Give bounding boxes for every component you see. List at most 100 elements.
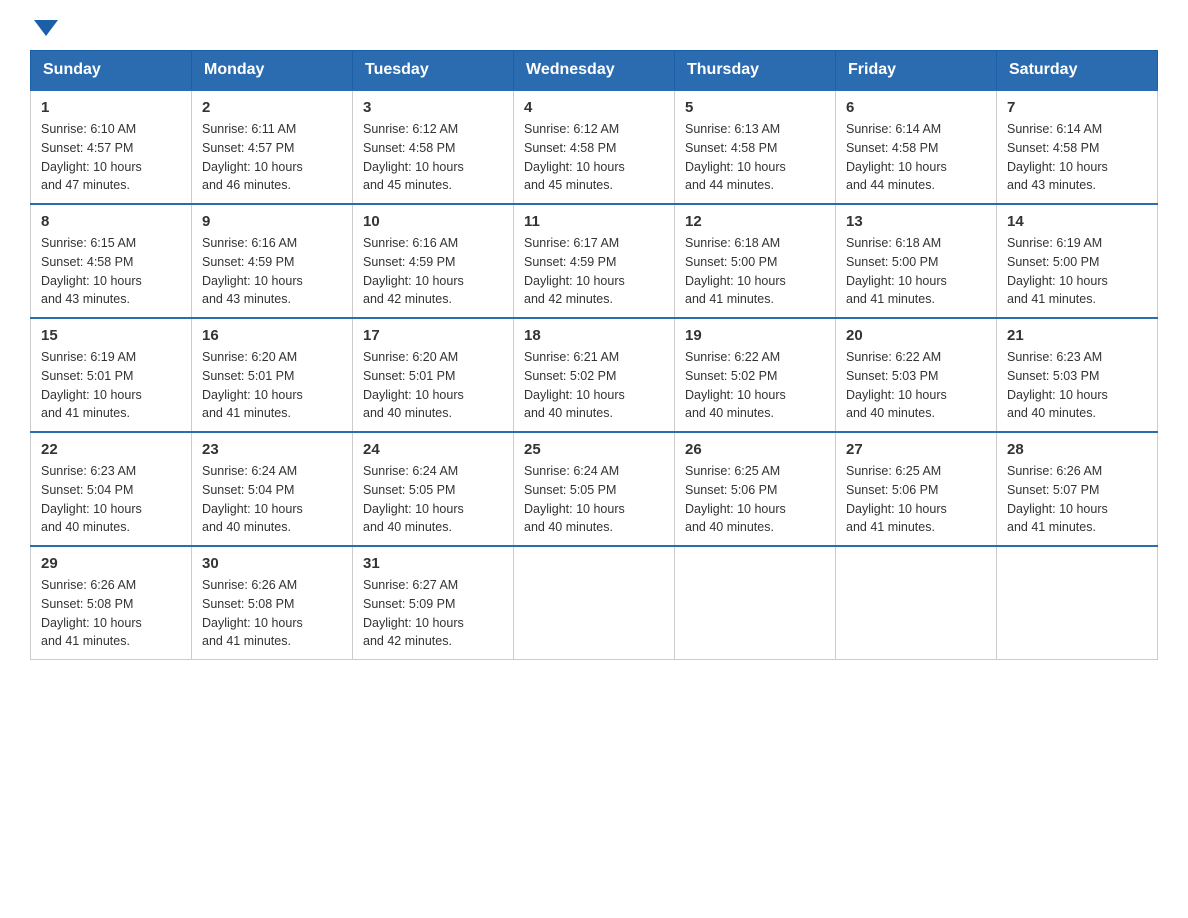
day-number: 25 <box>524 441 664 458</box>
calendar-day-cell <box>836 546 997 660</box>
day-number: 27 <box>846 441 986 458</box>
day-info: Sunrise: 6:24 AM Sunset: 5:04 PM Dayligh… <box>202 462 342 537</box>
day-info: Sunrise: 6:14 AM Sunset: 4:58 PM Dayligh… <box>846 120 986 195</box>
day-info: Sunrise: 6:12 AM Sunset: 4:58 PM Dayligh… <box>524 120 664 195</box>
calendar-day-cell: 28 Sunrise: 6:26 AM Sunset: 5:07 PM Dayl… <box>997 432 1158 546</box>
calendar-week-row: 29 Sunrise: 6:26 AM Sunset: 5:08 PM Dayl… <box>31 546 1158 660</box>
calendar-week-row: 22 Sunrise: 6:23 AM Sunset: 5:04 PM Dayl… <box>31 432 1158 546</box>
calendar-header: SundayMondayTuesdayWednesdayThursdayFrid… <box>31 51 1158 91</box>
calendar-day-cell: 2 Sunrise: 6:11 AM Sunset: 4:57 PM Dayli… <box>192 90 353 204</box>
calendar-day-cell <box>675 546 836 660</box>
calendar-day-cell <box>997 546 1158 660</box>
day-info: Sunrise: 6:20 AM Sunset: 5:01 PM Dayligh… <box>363 348 503 423</box>
calendar-day-cell: 8 Sunrise: 6:15 AM Sunset: 4:58 PM Dayli… <box>31 204 192 318</box>
header-row: SundayMondayTuesdayWednesdayThursdayFrid… <box>31 51 1158 91</box>
day-number: 19 <box>685 327 825 344</box>
day-info: Sunrise: 6:11 AM Sunset: 4:57 PM Dayligh… <box>202 120 342 195</box>
day-number: 13 <box>846 213 986 230</box>
day-number: 28 <box>1007 441 1147 458</box>
day-info: Sunrise: 6:21 AM Sunset: 5:02 PM Dayligh… <box>524 348 664 423</box>
day-info: Sunrise: 6:19 AM Sunset: 5:00 PM Dayligh… <box>1007 234 1147 309</box>
day-info: Sunrise: 6:25 AM Sunset: 5:06 PM Dayligh… <box>846 462 986 537</box>
calendar-day-cell: 11 Sunrise: 6:17 AM Sunset: 4:59 PM Dayl… <box>514 204 675 318</box>
day-info: Sunrise: 6:13 AM Sunset: 4:58 PM Dayligh… <box>685 120 825 195</box>
day-of-week-header: Sunday <box>31 51 192 91</box>
day-info: Sunrise: 6:24 AM Sunset: 5:05 PM Dayligh… <box>363 462 503 537</box>
day-info: Sunrise: 6:22 AM Sunset: 5:03 PM Dayligh… <box>846 348 986 423</box>
day-info: Sunrise: 6:20 AM Sunset: 5:01 PM Dayligh… <box>202 348 342 423</box>
calendar-week-row: 1 Sunrise: 6:10 AM Sunset: 4:57 PM Dayli… <box>31 90 1158 204</box>
day-info: Sunrise: 6:27 AM Sunset: 5:09 PM Dayligh… <box>363 576 503 651</box>
day-info: Sunrise: 6:25 AM Sunset: 5:06 PM Dayligh… <box>685 462 825 537</box>
day-of-week-header: Tuesday <box>353 51 514 91</box>
day-number: 16 <box>202 327 342 344</box>
day-info: Sunrise: 6:26 AM Sunset: 5:07 PM Dayligh… <box>1007 462 1147 537</box>
day-number: 1 <box>41 99 181 116</box>
calendar-day-cell: 20 Sunrise: 6:22 AM Sunset: 5:03 PM Dayl… <box>836 318 997 432</box>
calendar-day-cell: 6 Sunrise: 6:14 AM Sunset: 4:58 PM Dayli… <box>836 90 997 204</box>
day-info: Sunrise: 6:24 AM Sunset: 5:05 PM Dayligh… <box>524 462 664 537</box>
calendar-day-cell: 22 Sunrise: 6:23 AM Sunset: 5:04 PM Dayl… <box>31 432 192 546</box>
calendar-table: SundayMondayTuesdayWednesdayThursdayFrid… <box>30 50 1158 660</box>
calendar-week-row: 8 Sunrise: 6:15 AM Sunset: 4:58 PM Dayli… <box>31 204 1158 318</box>
day-of-week-header: Thursday <box>675 51 836 91</box>
day-info: Sunrise: 6:22 AM Sunset: 5:02 PM Dayligh… <box>685 348 825 423</box>
day-number: 18 <box>524 327 664 344</box>
day-number: 3 <box>363 99 503 116</box>
calendar-day-cell: 21 Sunrise: 6:23 AM Sunset: 5:03 PM Dayl… <box>997 318 1158 432</box>
calendar-day-cell: 16 Sunrise: 6:20 AM Sunset: 5:01 PM Dayl… <box>192 318 353 432</box>
calendar-body: 1 Sunrise: 6:10 AM Sunset: 4:57 PM Dayli… <box>31 90 1158 660</box>
calendar-day-cell: 24 Sunrise: 6:24 AM Sunset: 5:05 PM Dayl… <box>353 432 514 546</box>
calendar-day-cell: 12 Sunrise: 6:18 AM Sunset: 5:00 PM Dayl… <box>675 204 836 318</box>
day-of-week-header: Friday <box>836 51 997 91</box>
calendar-day-cell: 19 Sunrise: 6:22 AM Sunset: 5:02 PM Dayl… <box>675 318 836 432</box>
day-number: 2 <box>202 99 342 116</box>
calendar-day-cell: 1 Sunrise: 6:10 AM Sunset: 4:57 PM Dayli… <box>31 90 192 204</box>
calendar-day-cell: 10 Sunrise: 6:16 AM Sunset: 4:59 PM Dayl… <box>353 204 514 318</box>
day-number: 26 <box>685 441 825 458</box>
day-number: 11 <box>524 213 664 230</box>
day-info: Sunrise: 6:18 AM Sunset: 5:00 PM Dayligh… <box>685 234 825 309</box>
calendar-day-cell: 30 Sunrise: 6:26 AM Sunset: 5:08 PM Dayl… <box>192 546 353 660</box>
day-number: 10 <box>363 213 503 230</box>
calendar-day-cell: 13 Sunrise: 6:18 AM Sunset: 5:00 PM Dayl… <box>836 204 997 318</box>
day-number: 5 <box>685 99 825 116</box>
day-info: Sunrise: 6:23 AM Sunset: 5:03 PM Dayligh… <box>1007 348 1147 423</box>
day-info: Sunrise: 6:26 AM Sunset: 5:08 PM Dayligh… <box>41 576 181 651</box>
day-info: Sunrise: 6:14 AM Sunset: 4:58 PM Dayligh… <box>1007 120 1147 195</box>
calendar-day-cell: 7 Sunrise: 6:14 AM Sunset: 4:58 PM Dayli… <box>997 90 1158 204</box>
calendar-day-cell: 9 Sunrise: 6:16 AM Sunset: 4:59 PM Dayli… <box>192 204 353 318</box>
day-number: 6 <box>846 99 986 116</box>
calendar-day-cell: 25 Sunrise: 6:24 AM Sunset: 5:05 PM Dayl… <box>514 432 675 546</box>
day-number: 17 <box>363 327 503 344</box>
calendar-day-cell: 17 Sunrise: 6:20 AM Sunset: 5:01 PM Dayl… <box>353 318 514 432</box>
day-number: 7 <box>1007 99 1147 116</box>
day-number: 21 <box>1007 327 1147 344</box>
day-info: Sunrise: 6:12 AM Sunset: 4:58 PM Dayligh… <box>363 120 503 195</box>
day-number: 4 <box>524 99 664 116</box>
calendar-day-cell: 26 Sunrise: 6:25 AM Sunset: 5:06 PM Dayl… <box>675 432 836 546</box>
day-number: 23 <box>202 441 342 458</box>
calendar-day-cell: 5 Sunrise: 6:13 AM Sunset: 4:58 PM Dayli… <box>675 90 836 204</box>
logo-triangle-icon <box>34 20 58 36</box>
calendar-day-cell: 4 Sunrise: 6:12 AM Sunset: 4:58 PM Dayli… <box>514 90 675 204</box>
logo <box>30 20 58 30</box>
day-info: Sunrise: 6:19 AM Sunset: 5:01 PM Dayligh… <box>41 348 181 423</box>
calendar-day-cell: 18 Sunrise: 6:21 AM Sunset: 5:02 PM Dayl… <box>514 318 675 432</box>
day-info: Sunrise: 6:18 AM Sunset: 5:00 PM Dayligh… <box>846 234 986 309</box>
day-number: 24 <box>363 441 503 458</box>
day-info: Sunrise: 6:10 AM Sunset: 4:57 PM Dayligh… <box>41 120 181 195</box>
day-number: 30 <box>202 555 342 572</box>
day-number: 12 <box>685 213 825 230</box>
day-number: 22 <box>41 441 181 458</box>
calendar-day-cell: 29 Sunrise: 6:26 AM Sunset: 5:08 PM Dayl… <box>31 546 192 660</box>
day-info: Sunrise: 6:17 AM Sunset: 4:59 PM Dayligh… <box>524 234 664 309</box>
day-info: Sunrise: 6:15 AM Sunset: 4:58 PM Dayligh… <box>41 234 181 309</box>
calendar-day-cell <box>514 546 675 660</box>
day-number: 31 <box>363 555 503 572</box>
day-of-week-header: Wednesday <box>514 51 675 91</box>
day-number: 8 <box>41 213 181 230</box>
day-info: Sunrise: 6:16 AM Sunset: 4:59 PM Dayligh… <box>202 234 342 309</box>
day-of-week-header: Saturday <box>997 51 1158 91</box>
day-info: Sunrise: 6:16 AM Sunset: 4:59 PM Dayligh… <box>363 234 503 309</box>
